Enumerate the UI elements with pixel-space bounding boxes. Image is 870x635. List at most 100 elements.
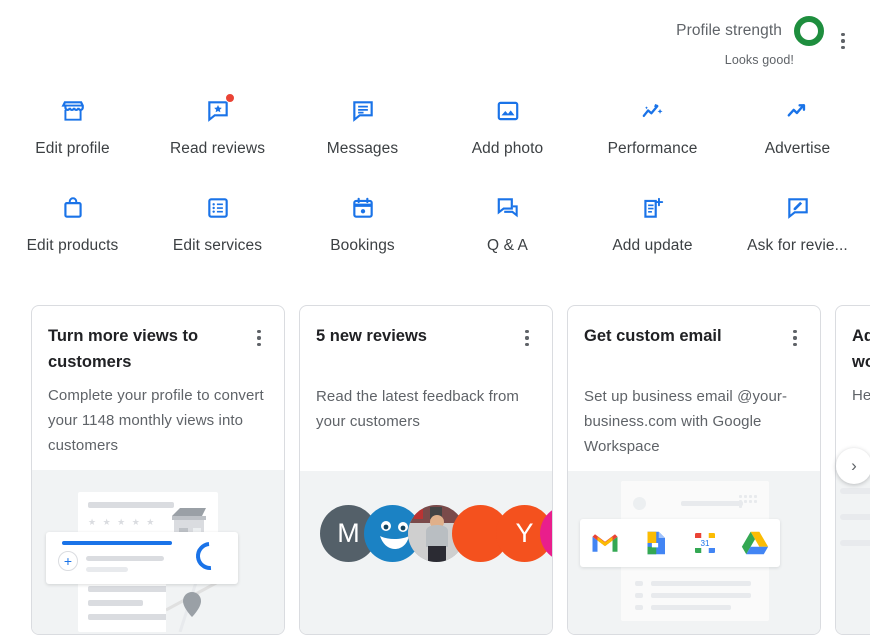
card-title: Turn more views to customers <box>48 327 199 371</box>
card-get-custom-email[interactable]: Get custom email Set up business email @… <box>567 305 821 635</box>
action-advertise[interactable]: Advertise <box>725 96 870 158</box>
card-header: Turn more views to customers <box>48 323 268 375</box>
action-edit-services[interactable]: Edit services <box>145 193 290 255</box>
stars-row-icon: ★ ★ ★ ★ ★ <box>88 517 157 527</box>
more-vert-icon-dot <box>841 32 845 37</box>
card-body: Turn more views to customers Complete yo… <box>32 306 284 458</box>
storefront-icon <box>60 96 86 126</box>
svg-text:31: 31 <box>700 539 710 548</box>
action-label: Q & A <box>487 237 528 254</box>
action-label: Ask for revie... <box>747 237 848 254</box>
header: Profile strength Looks good! <box>676 16 856 67</box>
more-vert-icon-dot <box>793 342 797 347</box>
card-overflow-menu-button[interactable] <box>250 326 268 350</box>
card-body: 5 new reviews Read the latest feedback f… <box>300 306 552 459</box>
action-qa[interactable]: Q & A <box>435 193 580 255</box>
docs-icon <box>647 531 665 555</box>
card-description: Complete your profile to convert your 11… <box>48 387 264 454</box>
reviewer-avatars-illustration: M Y <box>300 471 552 634</box>
card-title: Get custom email <box>584 327 722 345</box>
more-vert-icon-dot <box>793 329 797 334</box>
carousel-next-button[interactable]: › <box>836 448 870 484</box>
card-description: Read the latest feedback from your custo… <box>316 388 520 430</box>
card-turn-more-views[interactable]: Turn more views to customers Complete yo… <box>31 305 285 635</box>
card-body: Get custom email Set up business email @… <box>568 306 820 459</box>
more-vert-icon-dot <box>841 39 845 43</box>
more-vert-icon-dot <box>257 329 261 334</box>
card-header: Get custom email <box>584 323 804 350</box>
calendar-icon <box>350 193 376 223</box>
workspace-apps-row: 31 <box>580 519 780 567</box>
profile-strength-ring-icon <box>794 16 824 46</box>
action-edit-profile[interactable]: Edit profile <box>0 96 145 158</box>
drive-icon <box>741 531 769 555</box>
action-label: Performance <box>607 140 698 157</box>
add-plus-icon: + <box>58 551 78 571</box>
apps-grid-icon <box>739 495 759 508</box>
avatar-initial: M <box>337 518 360 548</box>
card-overflow-menu-button[interactable] <box>786 326 804 350</box>
action-label: Advertise <box>764 140 831 157</box>
calendar-31-icon: 31 <box>695 533 715 553</box>
card-description: He ne <box>852 387 870 404</box>
card-title: Ad wo <box>852 327 870 371</box>
action-ask-for-review[interactable]: Ask for revie... <box>725 193 870 255</box>
chevron-right-icon: › <box>851 456 857 475</box>
action-label: Bookings <box>330 237 395 254</box>
chat-lines-icon <box>350 96 376 126</box>
card-overflow-menu-button[interactable] <box>518 326 536 350</box>
profile-completion-illustration: ★ ★ ★ ★ ★ + <box>32 470 284 634</box>
quick-actions-grid: Edit profile Read reviews Messages Add p… <box>0 93 870 255</box>
more-vert-icon-dot <box>525 342 529 347</box>
card-title: 5 new reviews <box>316 327 427 345</box>
list-box-icon <box>205 193 231 223</box>
header-overflow-menu-button[interactable] <box>830 26 856 56</box>
gmail-icon <box>592 534 618 552</box>
shopping-bag-icon <box>60 193 86 223</box>
action-bookings[interactable]: Bookings <box>290 193 435 255</box>
forum-icon <box>495 193 521 223</box>
trending-up-icon <box>785 96 811 126</box>
insights-icon <box>640 96 666 126</box>
card-description: Set up business email @your-business.com… <box>584 388 788 455</box>
avatar-stack: M Y <box>320 505 552 562</box>
card-header: Ad wo <box>852 323 870 375</box>
more-vert-icon-dot <box>793 336 797 340</box>
action-label: Add update <box>612 237 693 254</box>
action-edit-products[interactable]: Edit products <box>0 193 145 255</box>
more-vert-icon-dot <box>525 336 529 340</box>
profile-strength-row: Profile strength <box>676 16 824 46</box>
action-label: Add photo <box>471 140 544 157</box>
more-vert-icon-dot <box>525 329 529 334</box>
post-add-icon <box>640 193 666 223</box>
action-label: Edit profile <box>35 140 110 157</box>
partial-illustration <box>836 470 870 634</box>
more-vert-icon-dot <box>841 45 845 50</box>
google-workspace-illustration: 31 <box>568 471 820 634</box>
card-body: Ad wo He ne <box>836 306 870 458</box>
action-label: Edit services <box>172 237 263 254</box>
action-label: Read reviews <box>169 140 266 157</box>
completion-card-overlay: + <box>46 532 238 584</box>
progress-bar <box>62 541 172 545</box>
profile-strength-block: Profile strength Looks good! <box>676 16 824 67</box>
card-new-reviews[interactable]: 5 new reviews Read the latest feedback f… <box>299 305 553 635</box>
profile-strength-status: Looks good! <box>724 53 794 67</box>
avatar-initial: Y <box>515 518 534 548</box>
action-messages[interactable]: Messages <box>290 96 435 158</box>
profile-strength-label: Profile strength <box>676 22 782 39</box>
action-read-reviews[interactable]: Read reviews <box>145 93 290 158</box>
action-add-photo[interactable]: Add photo <box>435 96 580 158</box>
card-header: 5 new reviews <box>316 323 536 350</box>
rate-review-icon <box>785 193 811 223</box>
progress-ring-icon <box>190 536 230 576</box>
action-label: Edit products <box>26 237 119 254</box>
action-performance[interactable]: Performance <box>580 96 725 158</box>
review-star-icon <box>205 93 235 126</box>
business-profile-dashboard: Profile strength Looks good! Edit profil… <box>0 0 870 635</box>
suggestion-cards-carousel: Turn more views to customers Complete yo… <box>0 305 870 635</box>
more-vert-icon-dot <box>257 336 261 340</box>
action-add-update[interactable]: Add update <box>580 193 725 255</box>
photo-icon <box>495 96 521 126</box>
unread-badge <box>224 93 235 103</box>
